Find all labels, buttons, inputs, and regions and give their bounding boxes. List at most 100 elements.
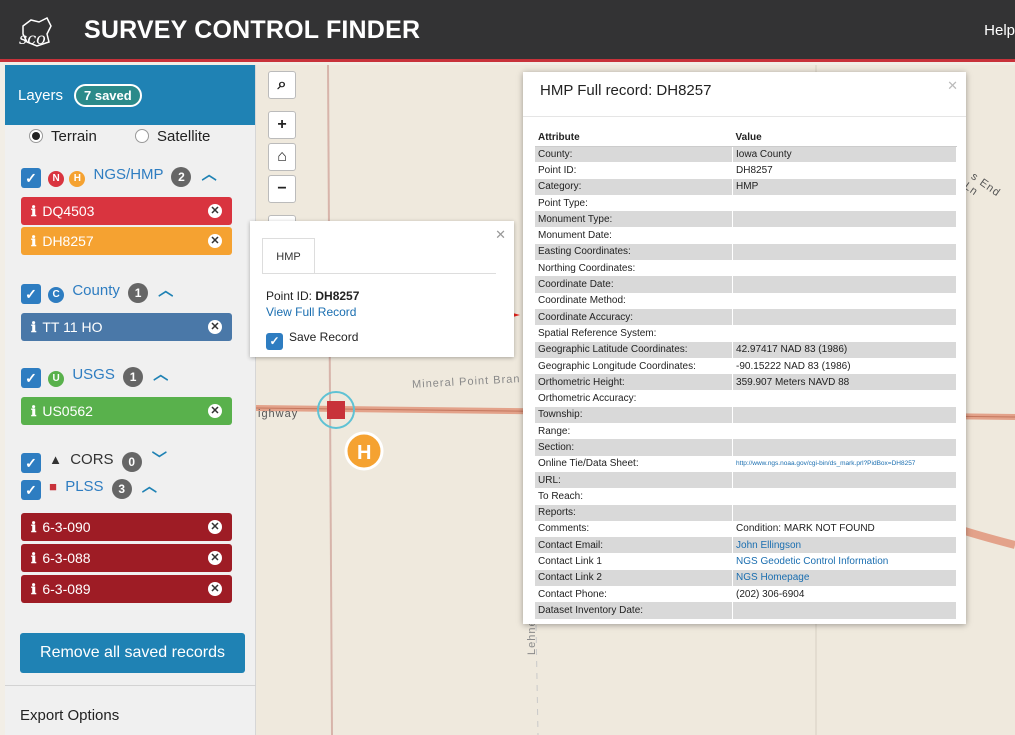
layer-checkbox[interactable]: ✓: [21, 453, 41, 473]
remove-record-icon[interactable]: ✕: [208, 520, 222, 534]
save-record-checkbox[interactable]: ✓: [266, 333, 283, 350]
layer-count-badge: 3: [111, 479, 132, 499]
info-icon[interactable]: ℹ: [31, 550, 36, 566]
usgs-icon: U: [48, 371, 65, 387]
info-icon[interactable]: ℹ: [31, 319, 36, 335]
value-cell[interactable]: NGS Geodetic Control Information: [732, 553, 957, 570]
sco-logo-icon[interactable]: sco: [17, 12, 57, 52]
layer-usgs[interactable]: ✓ U USGS 1 ︿: [21, 363, 168, 388]
layer-checkbox[interactable]: ✓: [21, 368, 41, 388]
remove-all-button[interactable]: Remove all saved records: [20, 633, 245, 673]
remove-record-icon[interactable]: ✕: [208, 582, 222, 596]
value-cell: [732, 504, 957, 521]
table-row: Orthometric Height: 359.907 Meters NAVD 8…: [535, 374, 957, 391]
search-icon[interactable]: ⌕: [268, 71, 296, 99]
layer-count-badge: 1: [123, 367, 144, 387]
divider: [523, 116, 966, 117]
view-full-record-link[interactable]: View Full Record: [266, 305, 356, 319]
county-icon: C: [48, 287, 65, 303]
layers-panel-header[interactable]: Layers 7 saved: [5, 65, 255, 125]
full-record-panel: HMP Full record: DH8257 ✕ Attribute Valu…: [523, 72, 966, 624]
help-link[interactable]: Help: [984, 22, 1015, 39]
value-cell: [732, 211, 957, 228]
tab-underline: [262, 273, 496, 274]
chevron-up-icon[interactable]: ︿: [158, 282, 173, 299]
table-row: Contact Link 1 NGS Geodetic Control Infor…: [535, 553, 957, 570]
layer-county[interactable]: ✓ C County 1 ︿: [21, 279, 173, 304]
remove-record-icon[interactable]: ✕: [208, 404, 222, 418]
layer-name: PLSS: [65, 478, 104, 495]
chevron-up-icon[interactable]: ︿: [153, 366, 168, 383]
saved-count-badge[interactable]: 7 saved: [74, 84, 142, 107]
value-cell[interactable]: NGS Homepage: [732, 569, 957, 587]
chevron-down-icon[interactable]: ﹀: [152, 451, 167, 468]
value-cell: Condition: MARK NOT FOUND: [732, 520, 957, 538]
info-icon[interactable]: ℹ: [31, 203, 36, 219]
value-cell: [732, 243, 957, 261]
saved-record-item[interactable]: ℹ TT 11 HO ✕: [21, 313, 232, 341]
map-popup: ✕ HMP Point ID: DH8257 View Full Record …: [250, 221, 514, 357]
value-cell[interactable]: John Ellingson: [732, 537, 957, 554]
remove-record-icon[interactable]: ✕: [208, 204, 222, 218]
table-row: Category: HMP: [535, 178, 957, 195]
saved-record-item[interactable]: ℹ 6-3-089 ✕: [21, 575, 232, 603]
point-id: Point ID: DH8257: [266, 289, 359, 303]
layer-checkbox[interactable]: ✓: [21, 480, 41, 500]
table-row: Coordinate Method:: [535, 292, 957, 309]
attribute-table: Attribute Value County: Iowa County Point …: [535, 130, 957, 619]
saved-record-item[interactable]: ℹ 6-3-088 ✕: [21, 544, 232, 572]
record-label: DQ4503: [42, 203, 95, 219]
square-icon: ■: [49, 479, 58, 494]
layer-plss[interactable]: ✓ ■ PLSS 3 ︿: [21, 475, 157, 500]
table-row: Geographic Latitude Coordinates: 42.97417…: [535, 341, 957, 358]
value-cell: [732, 194, 957, 212]
satellite-radio[interactable]: [135, 129, 150, 143]
table-row: Online Tie/Data Sheet: http://www.ngs.noa…: [535, 455, 957, 472]
value-cell: HMP: [732, 178, 957, 195]
remove-record-icon[interactable]: ✕: [208, 320, 222, 334]
terrain-radio[interactable]: [29, 129, 43, 143]
attribute-cell: Geographic Longitude Coordinates:: [535, 357, 734, 375]
layer-checkbox[interactable]: ✓: [21, 168, 41, 188]
attribute-cell: Point Type:: [535, 194, 734, 212]
save-record[interactable]: ✓ Save Record: [266, 330, 358, 350]
terrain-option[interactable]: Terrain: [29, 128, 97, 145]
chevron-up-icon[interactable]: ︿: [202, 166, 217, 183]
column-header: Attribute: [535, 130, 733, 147]
attribute-cell: Comments:: [535, 520, 734, 538]
chevron-up-icon[interactable]: ︿: [142, 478, 157, 495]
value-cell: -90.15222 NAD 83 (1986): [732, 357, 957, 375]
saved-record-item[interactable]: ℹ US0562 ✕: [21, 397, 232, 425]
table-row: Easting Coordinates:: [535, 243, 957, 261]
info-icon[interactable]: ℹ: [31, 403, 36, 419]
point-id-value: DH8257: [315, 289, 360, 303]
remove-record-icon[interactable]: ✕: [208, 551, 222, 565]
saved-record-item[interactable]: ℹ DQ4503 ✕: [21, 197, 232, 225]
value-cell: [732, 488, 957, 505]
layer-name: CORS: [70, 451, 114, 468]
value-cell[interactable]: http://www.ngs.noaa.gov/cgi-bin/ds_mark.…: [732, 455, 957, 472]
attribute-cell: Monument Type:: [535, 211, 734, 228]
satellite-option[interactable]: Satellite: [135, 128, 210, 145]
layer-cors[interactable]: ✓ ▲ CORS 0 ﹀: [21, 448, 167, 473]
divider: [5, 685, 256, 686]
layer-checkbox[interactable]: ✓: [21, 284, 41, 304]
tab-hmp[interactable]: HMP: [262, 238, 315, 274]
remove-record-icon[interactable]: ✕: [208, 234, 222, 248]
home-icon[interactable]: ⌂: [268, 143, 296, 171]
table-row: To Reach:: [535, 488, 957, 505]
zoom-out-button[interactable]: −: [268, 175, 296, 203]
attribute-cell: Dataset Inventory Date:: [535, 602, 734, 619]
saved-record-item[interactable]: ℹ 6-3-090 ✕: [21, 513, 232, 541]
layer-ngs-hmp[interactable]: ✓ N H NGS/HMP 2 ︿: [21, 163, 217, 188]
info-icon[interactable]: ℹ: [31, 519, 36, 535]
value-cell: [732, 439, 957, 456]
info-icon[interactable]: ℹ: [31, 581, 36, 597]
export-options-header[interactable]: Export Options: [20, 707, 119, 724]
info-icon[interactable]: ℹ: [31, 233, 36, 249]
close-icon[interactable]: ✕: [495, 227, 506, 243]
table-row: Monument Date:: [535, 227, 957, 244]
close-icon[interactable]: ✕: [947, 78, 958, 94]
saved-record-item[interactable]: ℹ DH8257 ✕: [21, 227, 232, 255]
zoom-in-button[interactable]: +: [268, 111, 296, 139]
